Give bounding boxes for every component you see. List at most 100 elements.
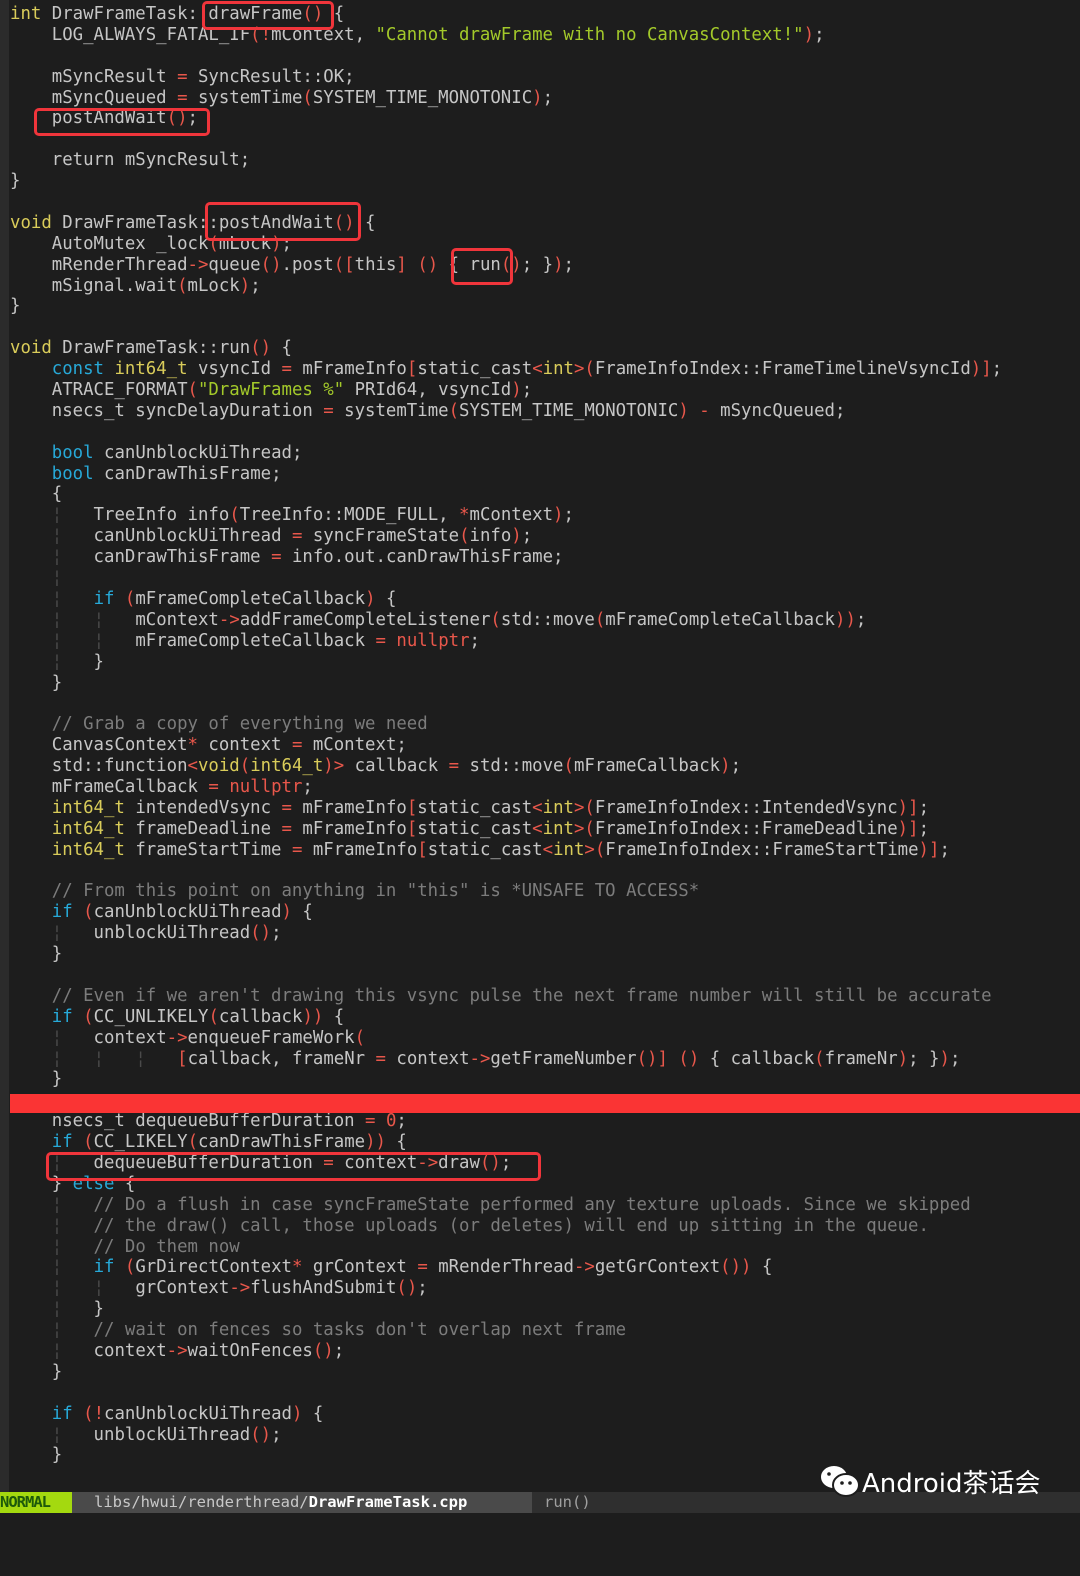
operator: ( <box>177 275 188 296</box>
operator: = <box>375 1048 386 1069</box>
code-token: DrawFrameTask::run <box>51 338 251 359</box>
code-line[interactable]: ATRACE_FORMAT("DrawFrames %" PRId64, vsy… <box>10 380 1002 401</box>
code-line[interactable]: mSyncQueued = systemTime(SYSTEM_TIME_MON… <box>10 88 1002 109</box>
code-line[interactable]: } <box>10 171 1002 192</box>
code-line[interactable]: LOG_ALWAYS_FATAL_IF(!mContext, "Cannot d… <box>10 25 1002 46</box>
code-line[interactable] <box>10 693 1002 714</box>
type-keyword: void <box>10 338 52 359</box>
code-line[interactable]: ¦ ¦ ¦ [callback, frameNr = context->getF… <box>10 1049 1002 1070</box>
code-token: ; <box>396 1111 407 1132</box>
code-line[interactable]: if (!canUnblockUiThread) { <box>10 1404 1002 1425</box>
code-line[interactable] <box>10 46 1002 67</box>
code-line[interactable]: // Grab a copy of everything we need <box>10 714 1002 735</box>
code-line[interactable]: mSyncResult = SyncResult::OK; <box>10 67 1002 88</box>
code-line[interactable]: if (CC_LIKELY(canDrawThisFrame)) { <box>10 1132 1002 1153</box>
code-line[interactable]: bool canDrawThisFrame; <box>10 464 1002 485</box>
code-line[interactable]: ¦ context->waitOnFences(); <box>10 1341 1002 1362</box>
code-line[interactable]: ¦ unblockUiThread(); <box>10 923 1002 944</box>
code-line[interactable] <box>10 965 1002 986</box>
code-line[interactable]: if (canUnblockUiThread) { <box>10 902 1002 923</box>
operator: ) <box>281 902 292 923</box>
code-token: ; <box>918 797 930 818</box>
code-line[interactable]: // From this point on anything in "this"… <box>10 881 1002 902</box>
type-keyword: void <box>10 212 52 233</box>
operator: = <box>281 797 292 818</box>
code-line[interactable]: return mSyncResult; <box>10 150 1002 171</box>
code-line[interactable]: int64_t frameDeadline = mFrameInfo[stati… <box>10 819 1002 840</box>
code-line[interactable]: nsecs_t syncDelayDuration = systemTime(S… <box>10 401 1002 422</box>
code-line[interactable] <box>10 192 1002 213</box>
code-line[interactable]: int64_t intendedVsync = mFrameInfo[stati… <box>10 798 1002 819</box>
code-line[interactable]: ¦ } <box>10 1299 1002 1320</box>
indent-guide: ¦ <box>93 1048 105 1069</box>
code-line[interactable]: bool canUnblockUiThread; <box>10 443 1002 464</box>
code-line[interactable] <box>10 422 1002 443</box>
code-line[interactable]: ¦ if (GrDirectContext* grContext = mRend… <box>10 1257 1002 1278</box>
code-token: GrDirectContext <box>135 1257 292 1278</box>
code-line[interactable]: ¦ // wait on fences so tasks don't overl… <box>10 1320 1002 1341</box>
code-line[interactable]: void DrawFrameTask::run() { <box>10 338 1002 359</box>
code-line[interactable] <box>10 1383 1002 1404</box>
code-line[interactable]: ¦ // Do them now <box>10 1237 1002 1258</box>
code-line[interactable]: } <box>10 1362 1002 1383</box>
code-line[interactable]: ¦ ¦ mFrameCompleteCallback = nullptr; <box>10 631 1002 652</box>
operator: < <box>532 359 543 380</box>
code-token: canDrawThisFrame; <box>93 463 282 484</box>
code-line[interactable]: ¦ canDrawThisFrame = info.out.canDrawThi… <box>10 547 1002 568</box>
code-line[interactable]: { <box>10 484 1002 505</box>
code-token: CC_LIKELY <box>93 1132 188 1153</box>
indent-guide: ¦ <box>51 588 63 609</box>
code-line[interactable]: ¦ TreeInfo info(TreeInfo::MODE_FULL, *mC… <box>10 505 1002 526</box>
code-line[interactable] <box>10 861 1002 882</box>
code-line[interactable]: } <box>10 944 1002 965</box>
code-editor[interactable]: int DrawFrameTask::drawFrame() { LOG_ALW… <box>10 4 1002 1466</box>
code-line[interactable]: // Even if we aren't drawing this vsync … <box>10 986 1002 1007</box>
code-line[interactable]: if (CC_UNLIKELY(callback)) { <box>10 1007 1002 1028</box>
code-line[interactable]: ¦ <box>10 568 1002 589</box>
highlight-box-run <box>451 248 513 285</box>
code-line[interactable] <box>10 317 1002 338</box>
code-line[interactable]: ¦ // the draw() call, those uploads (or … <box>10 1216 1002 1237</box>
code-line[interactable]: ¦ // Do a flush in case syncFrameState p… <box>10 1195 1002 1216</box>
operator: ( <box>459 526 470 547</box>
code-token: ; <box>814 24 825 45</box>
operator: nullptr <box>396 630 470 651</box>
code-line[interactable]: ¦ context->enqueueFrameWork( <box>10 1028 1002 1049</box>
code-token: mFrameInfo <box>291 818 407 839</box>
operator: = <box>448 756 460 777</box>
code-line[interactable]: ¦ ¦ mContext->addFrameCompleteListener(s… <box>10 610 1002 631</box>
code-line[interactable]: mFrameCallback = nullptr; <box>10 777 1002 798</box>
code-line[interactable]: ¦ unblockUiThread(); <box>10 1425 1002 1446</box>
code-line[interactable]: int64_t frameStartTime = mFrameInfo[stat… <box>10 840 1002 861</box>
code-line[interactable]: const int64_t vsyncId = mFrameInfo[stati… <box>10 359 1002 380</box>
string-literal: "Cannot drawFrame with no CanvasContext!… <box>375 24 804 45</box>
code-line[interactable]: ¦ canUnblockUiThread = syncFrameState(in… <box>10 526 1002 547</box>
operator: ( <box>187 1132 199 1153</box>
code-line[interactable]: std::function<void(int64_t)> callback = … <box>10 756 1002 777</box>
code-line[interactable]: ¦ ¦ grContext->flushAndSubmit(); <box>10 1278 1002 1299</box>
code-line[interactable]: ¦ } <box>10 652 1002 673</box>
code-token: { <box>302 1403 324 1424</box>
code-line[interactable]: } <box>10 673 1002 694</box>
code-line[interactable]: } <box>10 1069 1002 1090</box>
operator: ) <box>803 24 815 45</box>
operator: >( <box>573 797 595 818</box>
code-line[interactable]: void DrawFrameTask::postAndWait() { <box>10 213 1002 234</box>
code-token: ; } <box>521 254 554 275</box>
code-line[interactable]: int DrawFrameTask::drawFrame() { <box>10 4 1002 25</box>
operator: [ <box>406 797 418 818</box>
code-line[interactable]: ¦ if (mFrameCompleteCallback) { <box>10 589 1002 610</box>
code-line[interactable]: nsecs_t dequeueBufferDuration = 0; <box>10 1111 1002 1132</box>
code-line[interactable]: } <box>10 296 1002 317</box>
code-line[interactable]: CanvasContext* context = mContext; <box>10 735 1002 756</box>
